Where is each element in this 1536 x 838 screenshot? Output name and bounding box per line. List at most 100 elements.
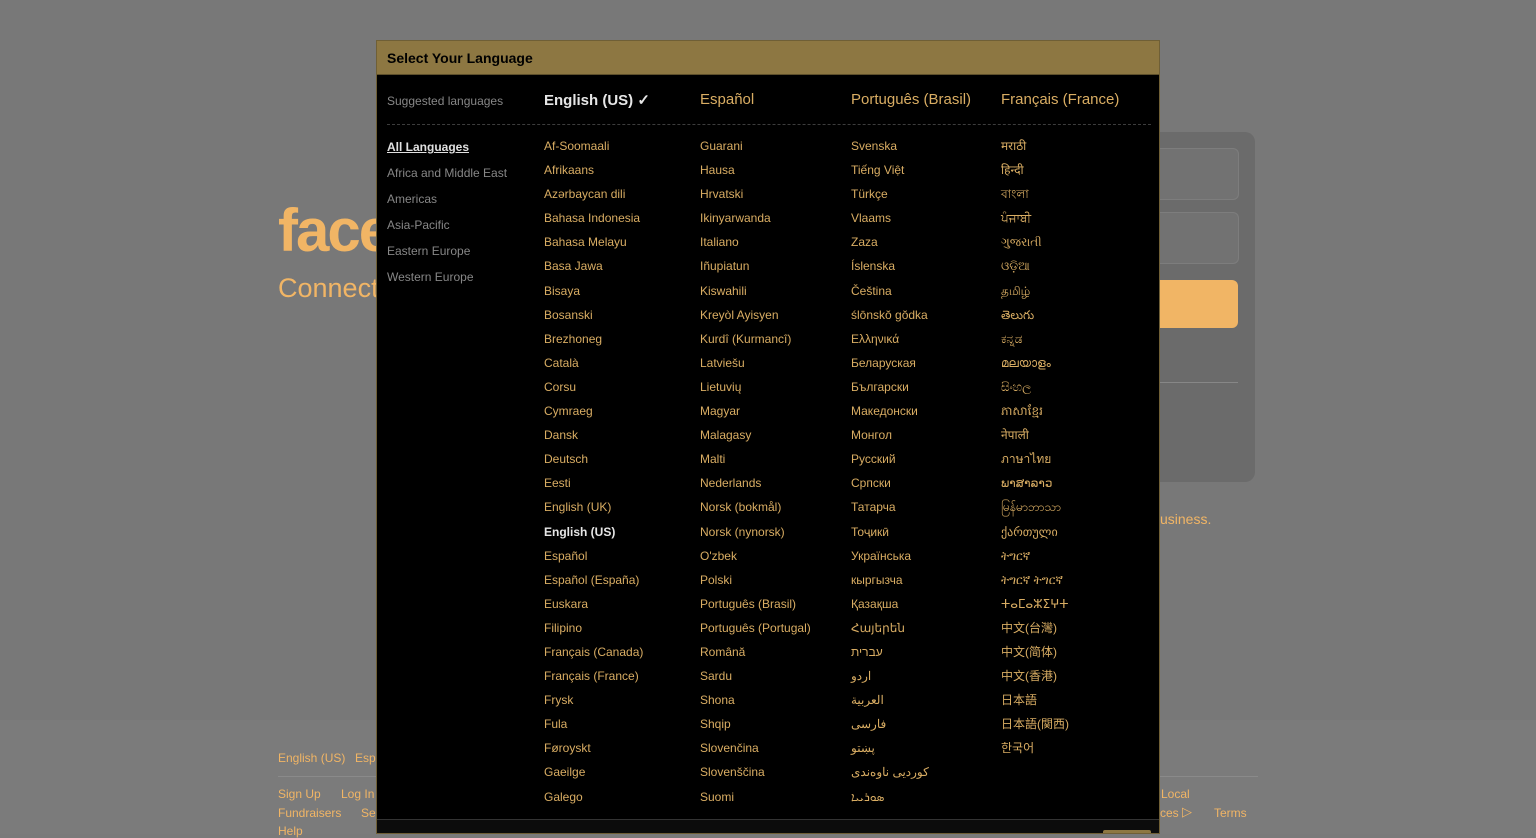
language-option[interactable]: Malti [700, 450, 811, 474]
language-option[interactable]: 中文(台灣) [1001, 619, 1069, 643]
footer-link-sign-up[interactable]: Sign Up [278, 787, 321, 801]
language-option[interactable]: Українська [851, 547, 929, 571]
language-option[interactable]: 中文(香港) [1001, 667, 1069, 691]
language-option[interactable]: O'zbek [700, 547, 811, 571]
language-option[interactable]: ଓଡ଼ିଆ [1001, 257, 1069, 281]
language-option[interactable]: ślōnskŏ gŏdka [851, 306, 929, 330]
language-option[interactable]: Português (Portugal) [700, 619, 811, 643]
footer-language-english-us[interactable]: English (US) [278, 751, 345, 765]
region-all-languages[interactable]: All Languages [387, 140, 469, 154]
language-option[interactable]: ગુજરાતી [1001, 233, 1069, 257]
language-option[interactable]: Italiano [700, 233, 811, 257]
language-option[interactable]: Dansk [544, 426, 643, 450]
language-option[interactable]: Polski [700, 571, 811, 595]
language-option[interactable]: پښتو [851, 739, 929, 763]
language-option[interactable]: Català [544, 354, 643, 378]
language-option[interactable]: Қазақша [851, 595, 929, 619]
suggested-language-english-us[interactable]: English (US) ✓ [544, 91, 650, 109]
language-option[interactable]: Eesti [544, 474, 643, 498]
language-option[interactable]: ܣܘܪܝܝܐ [851, 788, 929, 812]
language-option[interactable]: Hrvatski [700, 185, 811, 209]
language-option[interactable]: Brezhoneg [544, 330, 643, 354]
language-option[interactable]: Suomi [700, 788, 811, 812]
language-option[interactable]: Français (Canada) [544, 643, 643, 667]
language-option[interactable]: Norsk (nynorsk) [700, 523, 811, 547]
language-option[interactable]: Vlaams [851, 209, 929, 233]
language-option[interactable]: Português (Brasil) [700, 595, 811, 619]
language-option[interactable]: кыргызча [851, 571, 929, 595]
region-western-europe[interactable]: Western Europe [387, 270, 474, 284]
language-option[interactable]: Bisaya [544, 282, 643, 306]
language-option[interactable]: English (UK) [544, 498, 643, 522]
language-option[interactable]: 日本語 [1001, 691, 1069, 715]
language-option[interactable]: తెలుగు [1001, 306, 1069, 330]
language-option[interactable]: ਪੰਜਾਬੀ [1001, 209, 1069, 233]
language-option[interactable]: Tiếng Việt [851, 161, 929, 185]
language-option[interactable]: ພາສາລາວ [1001, 474, 1069, 498]
language-option[interactable]: فارسی [851, 715, 929, 739]
language-option[interactable]: ትግርኛ ትግርኛ [1001, 571, 1069, 595]
language-option[interactable]: ⵜⴰⵎⴰⵣⵉⵖⵜ [1001, 595, 1069, 619]
language-option[interactable]: Shqip [700, 715, 811, 739]
language-option[interactable]: 日本語(関西) [1001, 715, 1069, 739]
language-option[interactable]: සිංහල [1001, 378, 1069, 402]
language-option[interactable]: Français (France) [544, 667, 643, 691]
language-option[interactable]: Norsk (bokmål) [700, 498, 811, 522]
dialog-footer-button[interactable] [1103, 830, 1151, 833]
language-option[interactable]: اردو [851, 667, 929, 691]
region-africa-middle-east[interactable]: Africa and Middle East [387, 166, 507, 180]
language-option[interactable]: Монгол [851, 426, 929, 450]
language-option[interactable]: ಕನ್ನಡ [1001, 330, 1069, 354]
language-option[interactable]: Euskara [544, 595, 643, 619]
language-option[interactable]: Shona [700, 691, 811, 715]
suggested-language-francais-france[interactable]: Français (France) [1001, 91, 1119, 108]
language-option[interactable]: Cymraeg [544, 402, 643, 426]
language-option[interactable]: 中文(简体) [1001, 643, 1069, 667]
footer-language-espanol[interactable]: Esp [355, 751, 376, 765]
footer-link-fundraisers[interactable]: Fundraisers [278, 806, 341, 820]
language-option[interactable]: हिन्दी [1001, 161, 1069, 185]
language-option[interactable]: Sardu [700, 667, 811, 691]
language-option[interactable]: Filipino [544, 619, 643, 643]
language-option[interactable]: ትግርኛ [1001, 547, 1069, 571]
language-option[interactable]: नेपाली [1001, 426, 1069, 450]
language-option[interactable]: Հայերեն [851, 619, 929, 643]
language-option[interactable]: Deutsch [544, 450, 643, 474]
footer-link-local[interactable]: Local [1161, 787, 1190, 801]
language-option[interactable]: Nederlands [700, 474, 811, 498]
region-asia-pacific[interactable]: Asia-Pacific [387, 218, 450, 232]
language-option[interactable]: Slovenščina [700, 763, 811, 787]
region-eastern-europe[interactable]: Eastern Europe [387, 244, 470, 258]
language-option[interactable]: Hausa [700, 161, 811, 185]
language-option[interactable]: Gaeilge [544, 763, 643, 787]
footer-link-help[interactable]: Help [278, 824, 303, 838]
language-option[interactable]: Zaza [851, 233, 929, 257]
language-option[interactable]: Română [700, 643, 811, 667]
suggested-language-espanol[interactable]: Español [700, 91, 754, 108]
language-option[interactable]: ภาษาไทย [1001, 450, 1069, 474]
language-option[interactable]: Kiswahili [700, 282, 811, 306]
footer-link-log-in[interactable]: Log In [341, 787, 374, 801]
language-option[interactable]: Kurdî (Kurmancî) [700, 330, 811, 354]
footer-link-terms[interactable]: Terms [1214, 806, 1247, 820]
language-option[interactable]: मराठी [1001, 137, 1069, 161]
language-option[interactable]: Azərbaycan dili [544, 185, 643, 209]
language-option[interactable]: ქართული [1001, 523, 1069, 547]
footer-link-choices[interactable]: ces [1160, 806, 1179, 820]
language-option[interactable]: Татарча [851, 498, 929, 522]
language-option[interactable]: Български [851, 378, 929, 402]
language-option[interactable]: Guarani [700, 137, 811, 161]
suggested-language-portugues-brasil[interactable]: Português (Brasil) [851, 91, 971, 108]
language-option[interactable]: Afrikaans [544, 161, 643, 185]
language-option[interactable]: Magyar [700, 402, 811, 426]
language-option[interactable]: Bahasa Indonesia [544, 209, 643, 233]
language-option[interactable]: Español (España) [544, 571, 643, 595]
language-option[interactable]: Русский [851, 450, 929, 474]
language-option[interactable]: বাংলা [1001, 185, 1069, 209]
language-option[interactable]: தமிழ் [1001, 282, 1069, 306]
language-option[interactable]: Тоҷикӣ [851, 523, 929, 547]
language-option[interactable]: မြန်မာဘာသာ [1001, 498, 1069, 522]
language-option[interactable]: Svenska [851, 137, 929, 161]
language-option[interactable]: Српски [851, 474, 929, 498]
language-option[interactable]: Galego [544, 788, 643, 812]
